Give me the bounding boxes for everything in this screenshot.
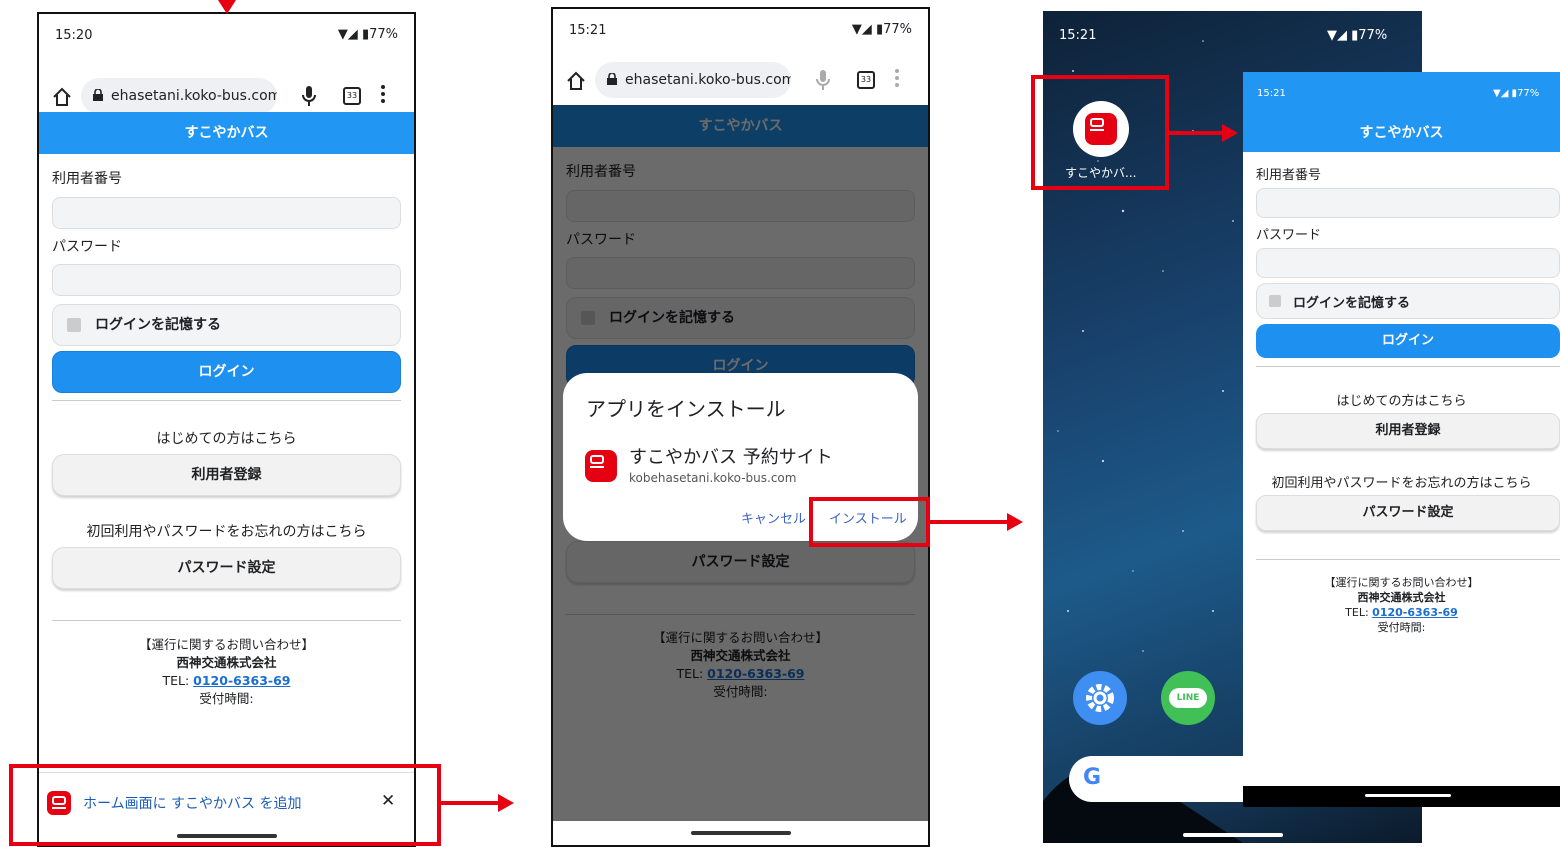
status-signal: ▼◢ ▮77% — [1327, 28, 1388, 43]
password-input[interactable] — [52, 264, 401, 296]
remember-label: ログインを記憶する — [1293, 296, 1411, 311]
arrow-down-marker — [218, 0, 236, 14]
dialog-app-name: すこやかバス 予約サイト — [629, 447, 833, 468]
login-form: 利用者番号 パスワード ログインを記憶する ログイン はじめての方はこちら 利用… — [39, 154, 414, 845]
remember-checkbox[interactable] — [1269, 295, 1281, 307]
phone-screen-install-dialog: 15:21 ▼◢ ▮77% ehasetani.koko-bus.com 33 … — [551, 7, 930, 847]
gesture-bar — [690, 831, 791, 835]
gesture-bar — [1183, 833, 1283, 837]
company-name: 西神交通株式会社 — [1357, 591, 1446, 604]
password-input[interactable] — [1256, 248, 1560, 278]
remember-checkbox[interactable] — [67, 318, 81, 332]
app-header: すこやかバス — [39, 112, 414, 154]
remember-login-row[interactable]: ログインを記憶する — [52, 304, 401, 346]
contact-title: 【運行に関するお問い合わせ】 — [1324, 576, 1479, 589]
first-time-text: はじめての方はこちら — [1336, 394, 1467, 409]
contact-title: 【運行に関するお問い合わせ】 — [138, 637, 314, 652]
contact-info: 【運行に関するお問い合わせ】 西神交通株式会社 TEL: 0120-6363-6… — [1243, 575, 1560, 635]
url-text: ehasetani.koko-bus.com — [625, 72, 791, 88]
login-button[interactable]: ログイン — [52, 351, 401, 393]
divider — [1256, 366, 1560, 367]
tab-switcher-button[interactable]: 33 — [343, 87, 361, 105]
bus-app-icon — [585, 450, 617, 482]
password-setup-button[interactable]: パスワード設定 — [52, 547, 401, 589]
status-bar: 15:20 ▼◢ ▮77% — [39, 14, 414, 54]
arrow-to-homescreen — [930, 520, 1008, 524]
remember-login-row[interactable]: ログインを記憶する — [1256, 283, 1560, 319]
more-menu-icon[interactable] — [381, 84, 385, 104]
password-label: パスワード — [1256, 228, 1322, 243]
url-bar[interactable]: ehasetani.koko-bus.com — [595, 62, 791, 98]
cancel-button[interactable]: キャンセル — [741, 508, 806, 527]
tel-line: TEL: 0120-6363-69 — [1243, 605, 1560, 620]
more-menu-icon — [895, 69, 899, 87]
remember-label: ログインを記憶する — [95, 317, 221, 333]
arrow-to-dialog — [441, 801, 499, 805]
register-button[interactable]: 利用者登録 — [1256, 413, 1560, 449]
installed-app-screen: 15:21 ▼◢ ▮77% すこやかバス 利用者番号 パスワード ログインを記憶… — [1243, 72, 1560, 807]
forgot-password-text: 初回利用やパスワードをお忘れの方はこちら — [86, 524, 367, 540]
tel-link[interactable]: 0120-6363-69 — [193, 673, 290, 688]
lock-icon — [607, 73, 617, 85]
microphone-icon[interactable] — [301, 84, 317, 108]
tel-label: TEL: — [1345, 606, 1373, 619]
status-time: 15:21 — [1059, 28, 1097, 43]
status-bar: 15:21 ▼◢ ▮77% — [553, 9, 928, 49]
divider — [52, 620, 401, 621]
tel-link[interactable]: 0120-6363-69 — [1372, 606, 1458, 619]
password-setup-button[interactable]: パスワード設定 — [1256, 495, 1560, 531]
company-name: 西神交通株式会社 — [176, 655, 277, 670]
dialog-title: アプリをインストール — [586, 397, 786, 421]
arrow-to-app — [1169, 131, 1223, 135]
settings-icon[interactable] — [1073, 671, 1127, 725]
home-icon[interactable] — [51, 86, 73, 108]
user-number-input[interactable] — [52, 197, 401, 229]
status-time: 15:21 — [1257, 88, 1286, 99]
user-number-label: 利用者番号 — [52, 171, 122, 187]
gear-icon — [1086, 684, 1114, 712]
microphone-icon — [816, 70, 830, 90]
user-number-label: 利用者番号 — [1256, 168, 1322, 183]
app-body: 利用者番号 パスワード ログインを記憶する ログイン はじめての方はこちら 利用… — [1243, 152, 1560, 786]
lock-icon — [93, 89, 103, 101]
status-time: 15:21 — [569, 23, 607, 38]
forgot-password-text: 初回利用やパスワードをお忘れの方はこちら — [1271, 476, 1532, 491]
highlight-home-shortcut — [1031, 75, 1169, 190]
google-logo: G — [1083, 765, 1102, 790]
tel-line: TEL: 0120-6363-69 — [39, 672, 414, 690]
browser-toolbar: ehasetani.koko-bus.com 33 — [553, 56, 928, 108]
hours-label: 受付時間: — [1377, 621, 1426, 634]
home-icon[interactable] — [565, 70, 587, 92]
register-button[interactable]: 利用者登録 — [52, 454, 401, 496]
line-app-icon[interactable]: LINE — [1161, 671, 1215, 725]
arrow-head — [1222, 124, 1238, 142]
status-signal: ▼◢ ▮77% — [851, 22, 912, 37]
status-signal: ▼◢ ▮77% — [1493, 88, 1540, 99]
app-status-bar: 15:21 ▼◢ ▮77% — [1243, 72, 1560, 114]
dialog-domain: kobehasetani.koko-bus.com — [629, 471, 797, 485]
line-label: LINE — [1169, 688, 1207, 708]
tab-switcher-button: 33 — [857, 71, 875, 89]
url-bar[interactable]: ehasetani.koko-bus.com — [81, 78, 277, 114]
user-number-input[interactable] — [1256, 188, 1560, 218]
divider — [52, 400, 401, 401]
arrow-head — [498, 794, 514, 812]
highlight-install-button — [809, 497, 930, 547]
phone-screen-browser: 15:20 ▼◢ ▮77% ehasetani.koko-bus.com 33 … — [37, 12, 416, 847]
status-time: 15:20 — [55, 28, 93, 43]
arrow-head — [1007, 513, 1023, 531]
highlight-install-banner — [9, 764, 441, 846]
app-header: すこやかバス — [1243, 114, 1560, 152]
password-label: パスワード — [52, 239, 122, 255]
hours-label: 受付時間: — [199, 691, 254, 706]
status-signal: ▼◢ ▮77% — [337, 27, 398, 42]
divider — [1256, 559, 1560, 560]
tel-label: TEL: — [162, 673, 194, 688]
first-time-text: はじめての方はこちら — [156, 431, 297, 447]
gesture-bar — [1365, 794, 1451, 797]
url-text: ehasetani.koko-bus.com — [111, 88, 277, 104]
contact-info: 【運行に関するお問い合わせ】 西神交通株式会社 TEL: 0120-6363-6… — [39, 636, 414, 708]
login-button[interactable]: ログイン — [1256, 324, 1560, 358]
